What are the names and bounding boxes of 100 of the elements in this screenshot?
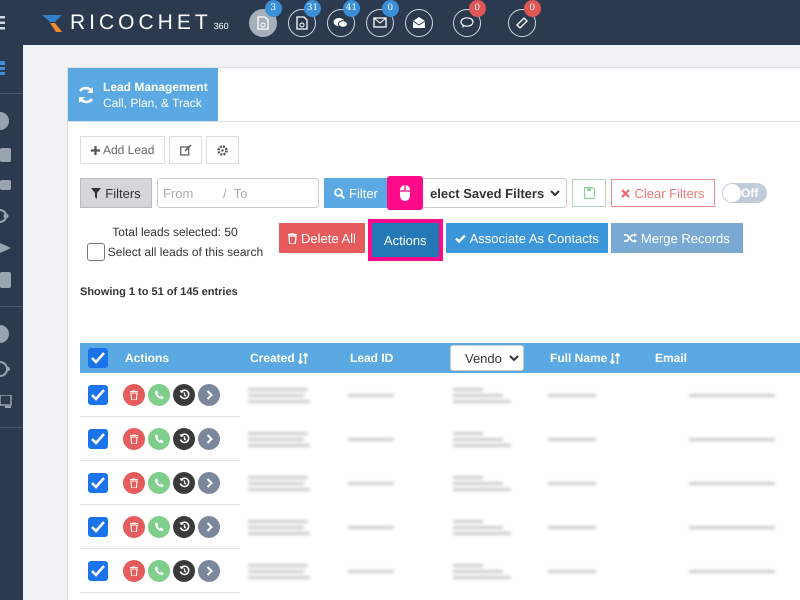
filters-button[interactable]: Filters: [80, 178, 152, 208]
open-button[interactable]: [198, 472, 220, 494]
delete-button[interactable]: [123, 516, 145, 538]
row-checkbox[interactable]: [88, 560, 108, 580]
plus-icon: [91, 146, 100, 154]
phone-icon: [154, 566, 164, 576]
search-icon: [334, 188, 345, 198]
check-icon: [454, 234, 466, 242]
refresh-icon: [76, 84, 96, 104]
phone-icon: [154, 434, 164, 444]
history-button[interactable]: [173, 472, 195, 494]
logo-icon: [42, 12, 64, 32]
total-selected-text: Total leads selected: 50: [112, 225, 238, 239]
open-envelope-icon: [412, 16, 426, 29]
logo-text: RICOCHET: [70, 10, 212, 34]
trash-icon: [130, 566, 138, 576]
sortable-column-header[interactable]: Created: [250, 351, 295, 365]
history-icon: [178, 389, 190, 400]
bulk-action-button[interactable]: Actions: [372, 223, 439, 257]
logo-superscript: 360: [214, 20, 229, 30]
bulk-action-button[interactable]: Delete All: [279, 223, 365, 253]
chevron-right-icon: [206, 566, 212, 576]
monitor-icon[interactable]: [0, 395, 12, 409]
delete-button[interactable]: [123, 384, 145, 406]
history-icon: [178, 433, 190, 444]
column-filter-select[interactable]: Vendo: [450, 345, 524, 371]
trash-icon: [130, 522, 138, 532]
phone-icon: [154, 522, 164, 532]
notification-button[interactable]: [248, 8, 277, 36]
toggle-switch[interactable]: Off: [722, 183, 767, 203]
row-checkbox[interactable]: [88, 472, 108, 492]
edit-icon: [180, 144, 192, 156]
sortable-column-header[interactable]: Full Name: [550, 351, 608, 365]
date-to-input[interactable]: To: [234, 186, 294, 200]
redacted-text: [453, 476, 511, 490]
history-button[interactable]: [173, 560, 195, 582]
chevron-right-icon: [206, 478, 212, 488]
history-button[interactable]: [173, 516, 195, 538]
shuffle-icon: [624, 233, 637, 243]
mouse-icon: [398, 184, 411, 202]
redacted-text: [453, 564, 511, 578]
date-separator: /: [223, 186, 227, 200]
chevron-down-icon: [550, 190, 560, 196]
trash-icon: [130, 478, 138, 488]
redacted-text: [248, 388, 310, 402]
edit-button[interactable]: [169, 136, 202, 164]
chevron-right-icon: [206, 522, 212, 532]
history-button[interactable]: [173, 428, 195, 450]
chevron-right-icon: [206, 434, 212, 444]
history-icon: [178, 477, 190, 488]
date-from-input[interactable]: From: [163, 186, 223, 200]
phone-icon: [154, 478, 164, 488]
delete-button[interactable]: [123, 560, 145, 582]
redacted-text: [453, 388, 511, 402]
select-all-rows-checkbox[interactable]: [88, 348, 108, 368]
close-icon: [621, 188, 630, 198]
redacted-text: [453, 432, 511, 446]
row-checkbox[interactable]: [88, 384, 108, 404]
row-checkbox[interactable]: [88, 516, 108, 536]
select-all-checkbox[interactable]: [86, 243, 105, 261]
count-badge: 3: [264, 0, 282, 16]
phone-icon: [154, 390, 164, 400]
menu-icon[interactable]: [0, 16, 5, 30]
select-all-label: Select all leads of this search: [108, 245, 264, 259]
bulk-action-button[interactable]: Merge Records: [610, 223, 743, 253]
save-icon: [584, 187, 594, 199]
delete-button[interactable]: [123, 472, 145, 494]
grid-icon[interactable]: [0, 61, 6, 75]
column-header: Lead ID: [350, 351, 394, 365]
notification-button[interactable]: [404, 8, 433, 36]
panel-subtitle: Call, Plan, & Track: [103, 94, 203, 110]
open-button[interactable]: [198, 428, 220, 450]
add-lead-button[interactable]: Add Lead: [80, 136, 166, 164]
row-checkbox[interactable]: [88, 428, 108, 448]
clear-filters-button[interactable]: Clear Filters: [611, 179, 715, 207]
column-header: Actions: [125, 351, 170, 365]
redacted-text: [248, 520, 310, 534]
count-badge: 41: [342, 0, 360, 16]
count-badge: 0: [382, 0, 399, 16]
history-button[interactable]: [173, 384, 195, 406]
column-header: Email: [655, 351, 688, 365]
history-icon: [178, 565, 190, 576]
delete-button[interactable]: [123, 428, 145, 450]
open-button[interactable]: [198, 560, 220, 582]
chat-icon: [333, 16, 348, 28]
bulk-action-button[interactable]: Associate As Contacts: [446, 223, 608, 253]
settings-button[interactable]: [206, 136, 240, 164]
redacted-text: [248, 476, 310, 490]
settings-icon: [217, 144, 228, 156]
chevron-down-icon: [509, 354, 519, 362]
panel-title: Lead Management: [103, 78, 208, 94]
open-button[interactable]: [198, 384, 220, 406]
document-icon: [256, 16, 269, 30]
entries-info: Showing 1 to 51 of 145 entries: [80, 286, 239, 298]
redacted-text: [248, 564, 310, 578]
open-button[interactable]: [198, 516, 220, 538]
panel-tab[interactable]: Lead Management Call, Plan, & Track: [68, 68, 218, 121]
count-badge: 0: [524, 0, 541, 16]
filter-icon: [91, 188, 102, 198]
history-icon: [178, 521, 190, 532]
